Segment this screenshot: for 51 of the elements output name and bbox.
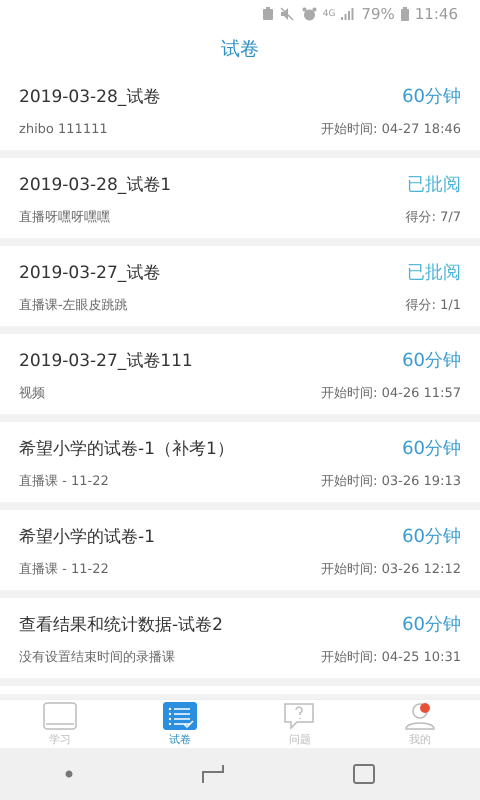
page-title: 试卷 <box>0 28 480 70</box>
list-icon <box>163 702 197 730</box>
paper-subtitle: 没有设置结束时间的录播课 <box>19 649 175 666</box>
paper-status: 60分钟 <box>402 349 461 372</box>
book-icon <box>43 702 77 730</box>
paper-card[interactable]: 2019-03-27_试卷111 60分钟 视频 开始时间: 04-26 11:57 <box>0 334 480 414</box>
network-type: 4G <box>322 9 336 19</box>
paper-name: 希望小学的试卷-1（补考1） <box>19 438 234 460</box>
paper-name: 2019-03-27_试卷 <box>19 262 160 284</box>
paper-name: 2019-03-27_试卷111 <box>19 350 193 372</box>
signal-icon <box>341 8 356 20</box>
paper-subtitle: 直播课 - 11-22 <box>19 473 109 490</box>
paper-subtitle: 视频 <box>19 385 45 402</box>
nav-tab[interactable]: 试卷 <box>120 700 240 748</box>
dot-icon[interactable] <box>64 770 73 778</box>
paper-card[interactable]: 2019-03-28_试卷1 已批阅 直播呀嘿呀嘿嘿 得分: 7/7 <box>0 158 480 238</box>
paper-info: 得分: 7/7 <box>406 209 461 226</box>
mute-icon <box>280 7 296 21</box>
paper-status: 60分钟 <box>402 525 461 548</box>
paper-status: 60分钟 <box>402 85 461 108</box>
home-icon[interactable] <box>353 764 376 784</box>
paper-info: 开始时间: 04-27 18:46 <box>321 121 461 138</box>
question-icon <box>283 702 317 730</box>
paper-card[interactable]: 希望小学的试卷-1 60分钟 直播课 - 11-22 开始时间: 03-26 12:12 <box>0 510 480 590</box>
paper-card[interactable]: 希望小学的试卷-1（补考1） 60分钟 直播课 - 11-22 开始时间: 03-26 19:13 <box>0 422 480 502</box>
paper-info: 得分: 1/1 <box>406 297 461 314</box>
clock: 11:46 <box>414 5 458 23</box>
paper-card[interactable]: 2019-03-28_试卷 60分钟 zhibo 111111 开始时间: 04-27 18:46 <box>0 70 480 150</box>
paper-status: 已批阅 <box>407 261 461 284</box>
paper-subtitle: 直播课-左眼皮跳跳 <box>19 297 128 314</box>
paper-status: 60分钟 <box>402 437 461 460</box>
paper-subtitle: 直播呀嘿呀嘿嘿 <box>19 209 110 226</box>
paper-subtitle: 直播课 - 11-22 <box>19 561 109 578</box>
alarm-icon <box>302 7 317 21</box>
recent-apps-icon[interactable] <box>202 764 224 784</box>
paper-name: 2019-03-28_试卷1 <box>19 174 172 196</box>
paper-info: 开始时间: 04-25 10:31 <box>321 649 461 666</box>
paper-info: 开始时间: 04-26 11:57 <box>321 385 461 402</box>
paper-name: 希望小学的试卷-1 <box>19 526 155 548</box>
battery-icon <box>400 7 409 21</box>
paper-name: 2019-03-28_试卷 <box>19 86 160 108</box>
paper-subtitle: zhibo 111111 <box>19 122 108 136</box>
paper-info: 开始时间: 03-26 19:13 <box>321 473 461 490</box>
paper-info: 开始时间: 03-26 12:12 <box>321 561 461 578</box>
paper-name: 查看结果和统计数据-试卷2 <box>19 614 223 636</box>
paper-status: 60分钟 <box>402 613 461 636</box>
person-icon <box>403 702 437 730</box>
paper-card[interactable]: 查看结果和统计数据-试卷2 60分钟 没有设置结束时间的录播课 开始时间: 04-25 10:31 <box>0 598 480 678</box>
paper-card[interactable]: 2019-03-27_试卷 已批阅 直播课-左眼皮跳跳 得分: 1/1 <box>0 246 480 326</box>
paper-status: 已批阅 <box>407 173 461 196</box>
battery-percent: 79% <box>361 5 395 23</box>
